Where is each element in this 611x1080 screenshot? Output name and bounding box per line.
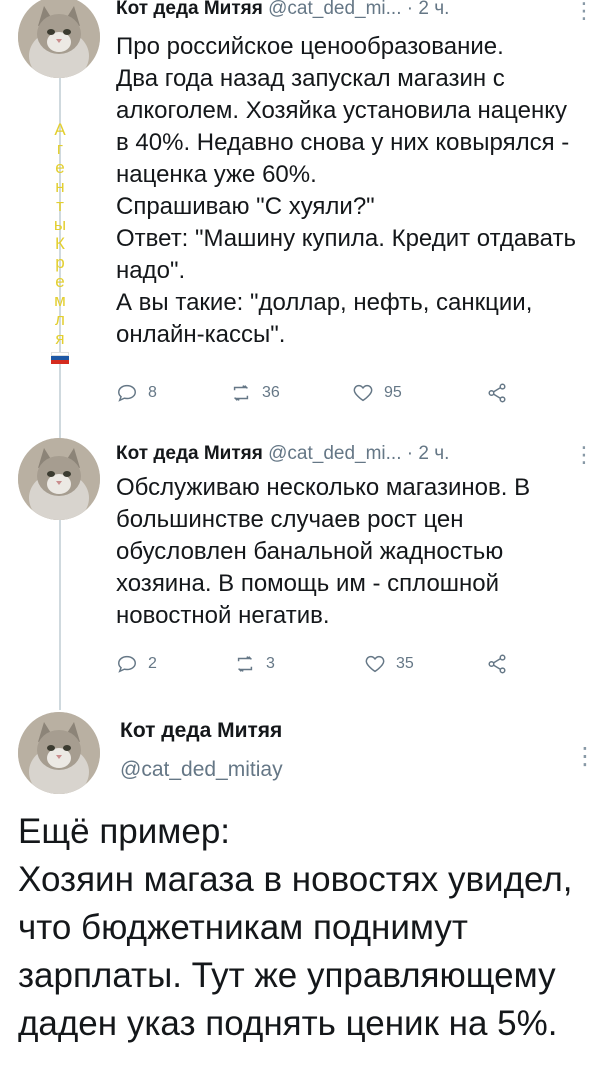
more-vertical-icon[interactable]: ⋮	[573, 742, 597, 771]
author-handle[interactable]: @cat_ded_mi...	[268, 443, 401, 464]
thread-connector-line	[59, 520, 61, 710]
reply-button[interactable]: 2	[116, 653, 157, 675]
reply-count: 2	[148, 655, 157, 672]
russian-flag-icon	[51, 352, 69, 364]
avatar[interactable]	[18, 712, 100, 794]
tweet-text: Обслуживаю несколько магазинов. В больши…	[116, 474, 537, 629]
retweet-count: 3	[266, 655, 275, 672]
author-name[interactable]: Кот деда Митяя	[116, 443, 263, 464]
author-name[interactable]: Кот деда Митяя	[116, 0, 263, 19]
like-count: 95	[384, 384, 402, 401]
retweet-count: 36	[262, 384, 280, 401]
like-button[interactable]: 35	[364, 653, 414, 675]
retweet-button[interactable]: 36	[230, 382, 280, 404]
watermark-letter: т	[56, 196, 64, 215]
retweet-button[interactable]: 3	[234, 653, 275, 675]
retweet-icon	[233, 385, 249, 401]
watermark-letter: е	[55, 272, 65, 291]
reply-count: 8	[148, 384, 157, 401]
share-icon	[488, 654, 506, 674]
heart-icon	[365, 655, 385, 673]
watermark-letter: я	[55, 329, 65, 348]
watermark-letter: е	[55, 158, 65, 177]
cat-avatar-icon	[18, 0, 100, 78]
author-handle[interactable]: @cat_ded_mi...	[268, 0, 401, 19]
watermark-letter: н	[55, 177, 65, 196]
watermark-letter: К	[55, 234, 65, 253]
share-button[interactable]	[486, 382, 508, 404]
like-count: 35	[396, 655, 414, 672]
author-handle[interactable]: @cat_ded_mitiay	[120, 758, 283, 782]
tweet-text: Про российское ценообразование. Два года…	[116, 33, 576, 348]
watermark-letter: м	[54, 291, 66, 310]
reply-icon	[118, 655, 136, 673]
reply-button[interactable]: 8	[116, 382, 157, 404]
watermark: АгентыКремля	[49, 120, 71, 364]
reply-icon	[118, 384, 136, 402]
share-icon	[488, 383, 506, 403]
heart-icon	[353, 384, 373, 402]
avatar[interactable]	[18, 0, 100, 78]
cat-avatar-icon	[18, 438, 100, 520]
more-vertical-icon[interactable]: ⋮	[573, 0, 595, 22]
retweet-icon	[237, 656, 253, 672]
tweet-header: Кот деда Митяя @cat_ded_mi... · 2 ч.	[116, 0, 449, 20]
cat-avatar-icon	[18, 712, 100, 794]
avatar[interactable]	[18, 438, 100, 520]
main-tweet-text: Ещё пример: Хозяин магаза в новостях уви…	[18, 812, 573, 1043]
watermark-letter: л	[55, 310, 65, 329]
watermark-letter: р	[55, 253, 65, 272]
tweet-time[interactable]: · 2 ч.	[407, 443, 450, 464]
watermark-letter: ы	[53, 215, 67, 234]
share-button[interactable]	[486, 653, 508, 675]
watermark-letter: г	[56, 139, 64, 158]
tweet-header: Кот деда Митяя @cat_ded_mi... · 2 ч.	[116, 443, 449, 465]
more-vertical-icon[interactable]: ⋮	[573, 444, 595, 466]
like-button[interactable]: 95	[352, 382, 402, 404]
tweet-actions: 8 36 95	[116, 382, 516, 406]
tweet-actions: 2 3 35	[116, 653, 516, 677]
author-name[interactable]: Кот деда Митяя	[120, 719, 282, 743]
watermark-letter: А	[54, 120, 66, 139]
tweet-time[interactable]: · 2 ч.	[407, 0, 450, 19]
